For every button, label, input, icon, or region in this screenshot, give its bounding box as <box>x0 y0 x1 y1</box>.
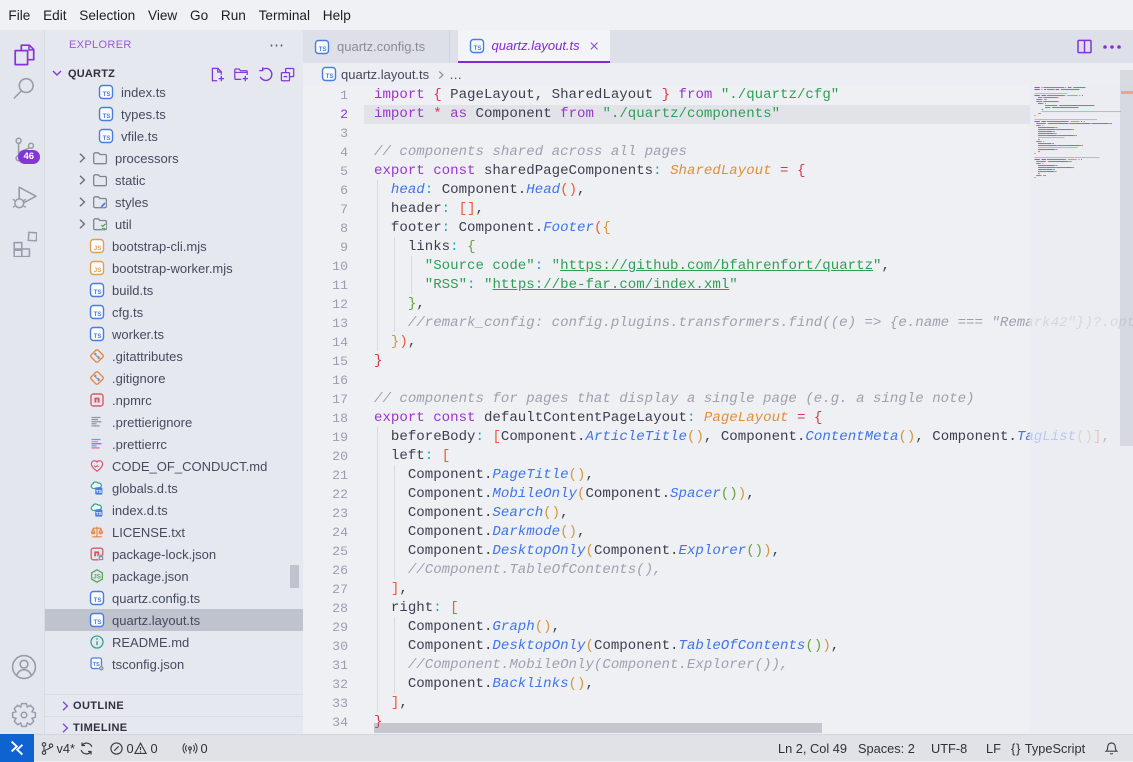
svg-text:TS: TS <box>94 289 102 296</box>
svg-text:TS: TS <box>94 597 102 604</box>
svg-text:JS: JS <box>94 267 102 274</box>
svg-text:TS: TS <box>96 511 103 517</box>
svg-text:JS: JS <box>94 245 102 252</box>
svg-text:JS: JS <box>93 574 102 581</box>
svg-text:TS: TS <box>93 662 100 668</box>
svg-text:TS: TS <box>96 489 103 495</box>
svg-text:TS: TS <box>473 44 481 51</box>
svg-text:TS: TS <box>103 113 111 120</box>
svg-text:TS: TS <box>94 619 102 626</box>
svg-text:TS: TS <box>326 73 334 80</box>
svg-text:TS: TS <box>103 91 111 98</box>
svg-text:TS: TS <box>103 135 111 142</box>
svg-text:TS: TS <box>94 333 102 340</box>
svg-text:TS: TS <box>319 45 327 52</box>
svg-text:TS: TS <box>94 311 102 318</box>
